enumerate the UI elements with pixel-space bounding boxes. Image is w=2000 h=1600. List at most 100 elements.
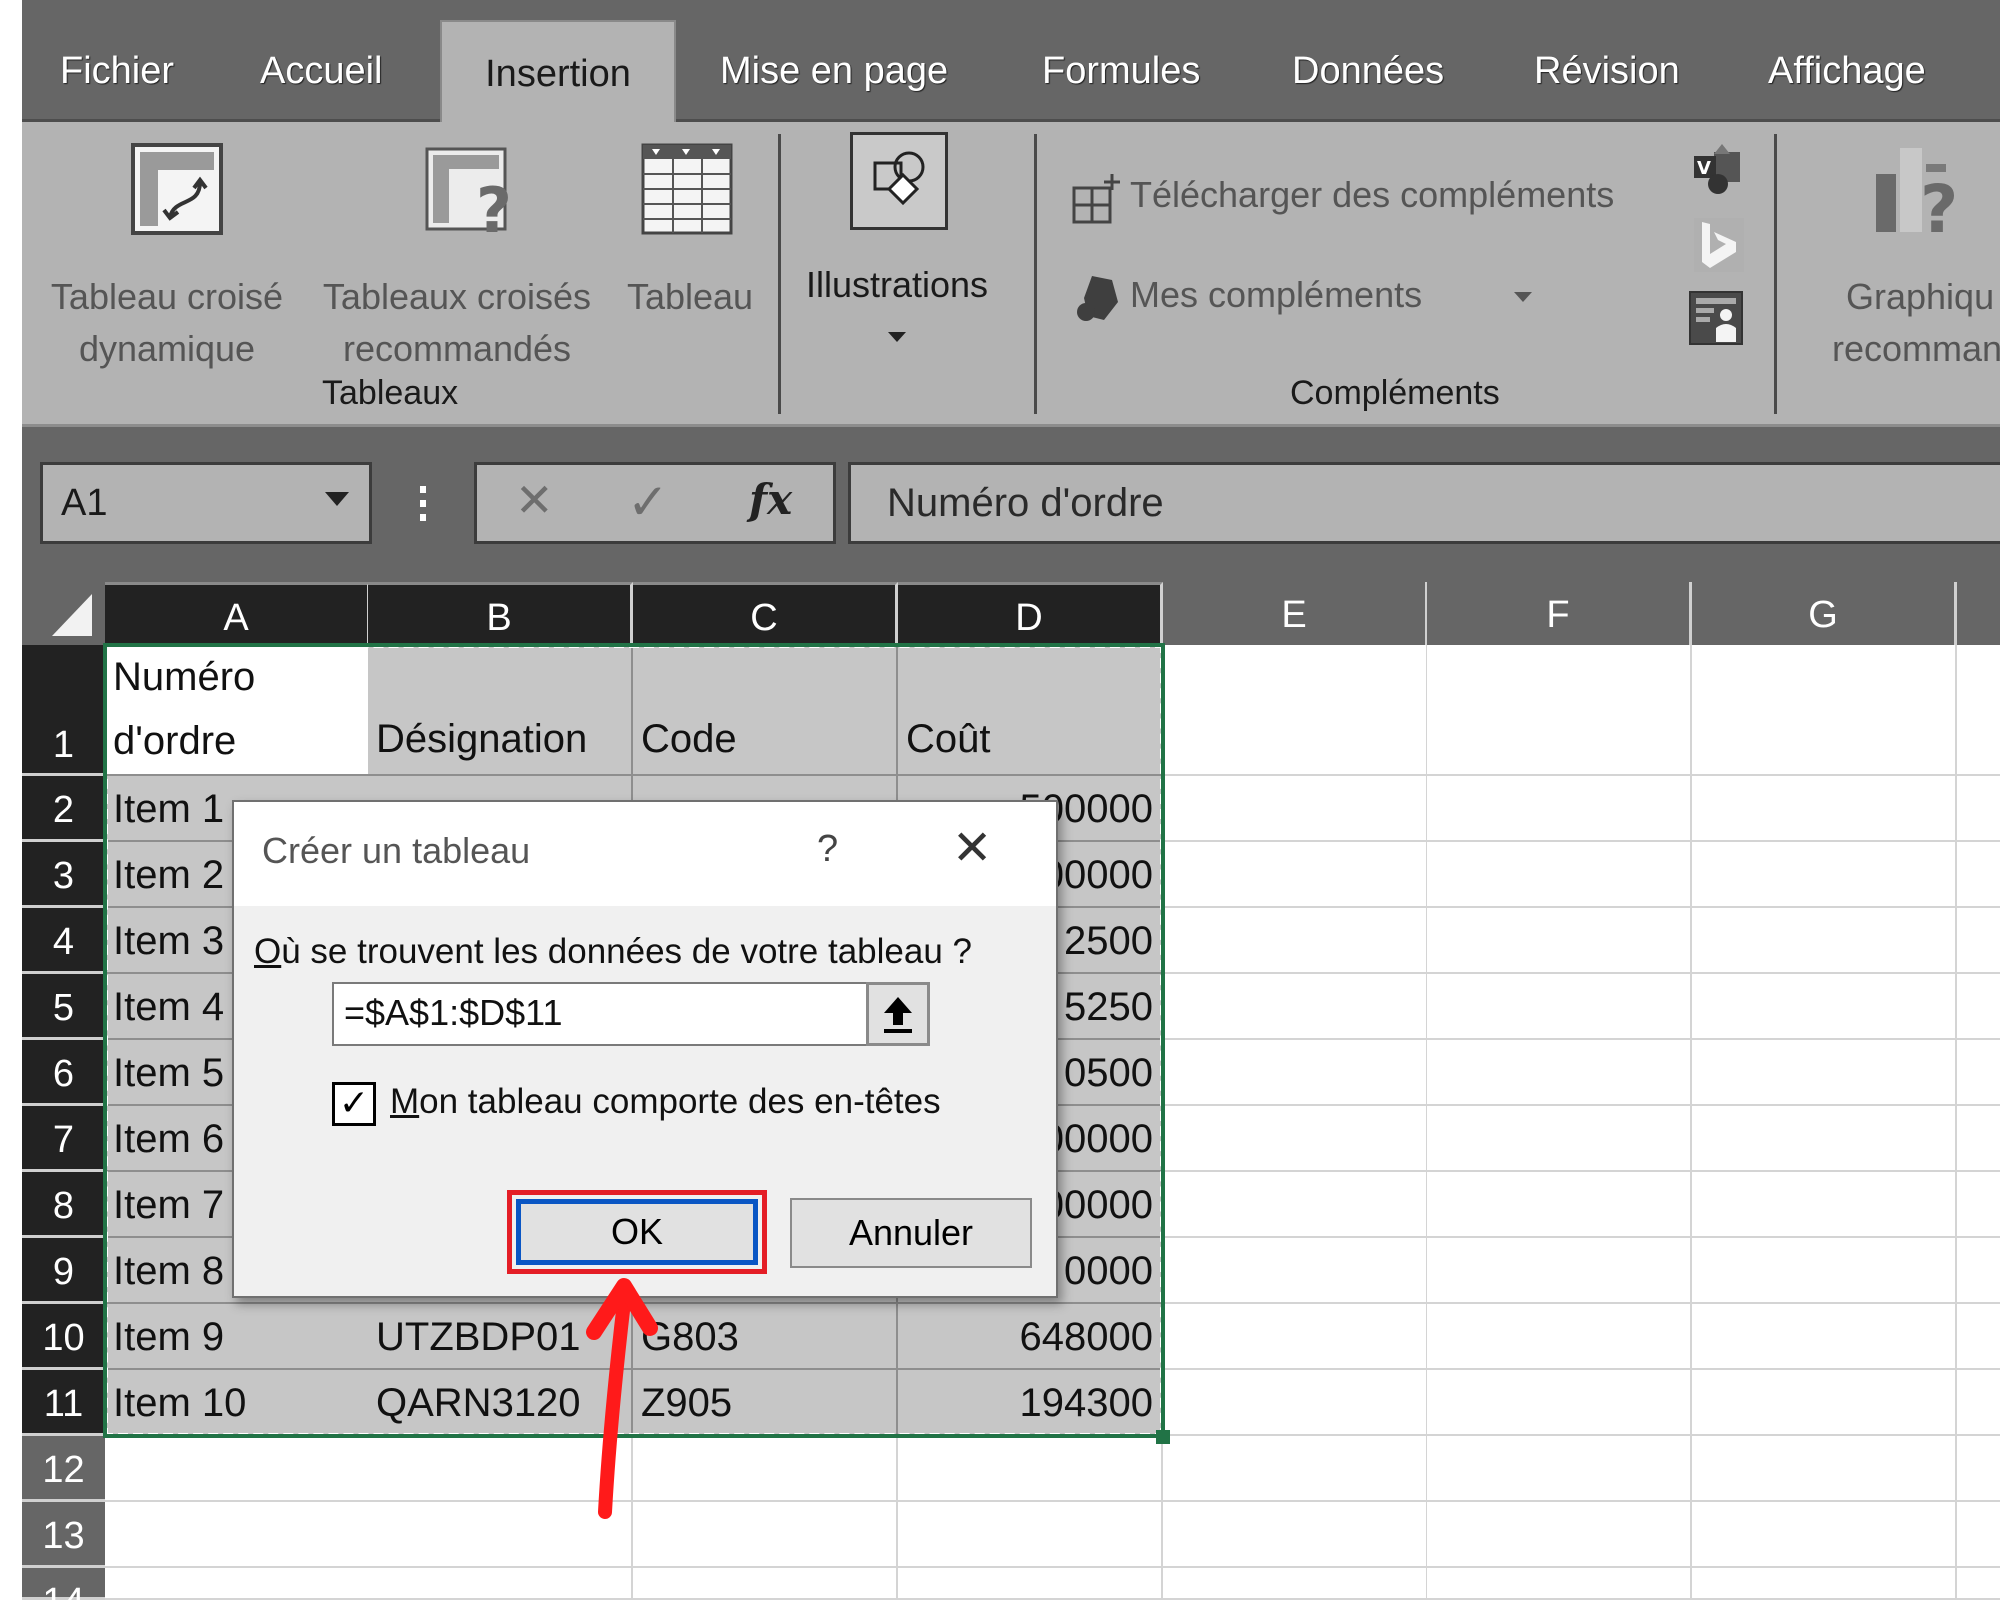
row-header-14[interactable]: 14 <box>22 1568 105 1600</box>
cell-e3[interactable] <box>1163 842 1428 908</box>
cell-g9[interactable] <box>1692 1238 1957 1304</box>
cell-e5[interactable] <box>1163 974 1428 1040</box>
cell-e11[interactable] <box>1163 1370 1428 1436</box>
cell-f9[interactable] <box>1427 1238 1692 1304</box>
column-header-b[interactable]: B <box>368 582 633 645</box>
cell-d14[interactable] <box>898 1568 1163 1600</box>
row-header-13[interactable]: 13 <box>22 1502 105 1568</box>
tab-insertion[interactable]: Insertion <box>440 20 676 124</box>
column-header-g[interactable]: G <box>1692 582 1957 645</box>
pivot-table-button[interactable]: Tableau croisé dynamique <box>42 142 292 372</box>
cell-f7[interactable] <box>1427 1106 1692 1172</box>
cell-a11[interactable]: Item 10 <box>105 1370 370 1436</box>
column-header-c[interactable]: C <box>633 582 898 645</box>
cancel-entry-icon[interactable]: ✕ <box>515 473 554 527</box>
tab-donnees[interactable]: Données <box>1292 36 1444 106</box>
cell-h4[interactable] <box>1957 908 2000 974</box>
cell-e6[interactable] <box>1163 1040 1428 1106</box>
cell-f8[interactable] <box>1427 1172 1692 1238</box>
cell-h11[interactable] <box>1957 1370 2000 1436</box>
cell-e7[interactable] <box>1163 1106 1428 1172</box>
tab-formules[interactable]: Formules <box>1042 36 1200 106</box>
column-header-f[interactable]: F <box>1427 582 1692 645</box>
cell-c13[interactable] <box>633 1502 898 1568</box>
cell-b11[interactable]: QARN3120 <box>368 1370 633 1436</box>
cell-e13[interactable] <box>1163 1502 1428 1568</box>
has-headers-checkbox[interactable]: ✓ <box>332 1082 376 1126</box>
fill-handle[interactable] <box>1156 1430 1170 1444</box>
cell-h10[interactable] <box>1957 1304 2000 1370</box>
confirm-entry-icon[interactable]: ✓ <box>627 473 669 531</box>
row-header-4[interactable]: 4 <box>22 908 105 974</box>
cell-h8[interactable] <box>1957 1172 2000 1238</box>
cell-c12[interactable] <box>633 1436 898 1502</box>
cell-g12[interactable] <box>1692 1436 1957 1502</box>
cell-b10[interactable]: UTZBDP01 <box>368 1304 633 1370</box>
cell-g10[interactable] <box>1692 1304 1957 1370</box>
cell-f14[interactable] <box>1427 1568 1692 1600</box>
cell-b13[interactable] <box>368 1502 633 1568</box>
cell-e4[interactable] <box>1163 908 1428 974</box>
row-header-5[interactable]: 5 <box>22 974 105 1040</box>
row-header-3[interactable]: 3 <box>22 842 105 908</box>
row-header-11[interactable]: 11 <box>22 1370 105 1436</box>
cell-e2[interactable] <box>1163 776 1428 842</box>
cell-e8[interactable] <box>1163 1172 1428 1238</box>
cell-g3[interactable] <box>1692 842 1957 908</box>
visio-icon[interactable]: V <box>1692 144 1744 198</box>
cell-a10[interactable]: Item 9 <box>105 1304 370 1370</box>
recommended-charts-button[interactable]: ? Graphiqu recomman <box>1792 142 2000 382</box>
cell-g4[interactable] <box>1692 908 1957 974</box>
ok-button[interactable]: OK <box>516 1199 758 1265</box>
cell-h12[interactable] <box>1957 1436 2000 1502</box>
row-header-12[interactable]: 12 <box>22 1436 105 1502</box>
cell-f10[interactable] <box>1427 1304 1692 1370</box>
column-header-e[interactable]: E <box>1163 582 1428 645</box>
cell-a12[interactable] <box>105 1436 370 1502</box>
row-header-2[interactable]: 2 <box>22 776 105 842</box>
row-header-10[interactable]: 10 <box>22 1304 105 1370</box>
cell-h14[interactable] <box>1957 1568 2000 1600</box>
column-header-d[interactable]: D <box>898 582 1163 645</box>
row-header-6[interactable]: 6 <box>22 1040 105 1106</box>
cell-g6[interactable] <box>1692 1040 1957 1106</box>
cell-h2[interactable] <box>1957 776 2000 842</box>
cell-b12[interactable] <box>368 1436 633 1502</box>
people-graph-icon[interactable] <box>1688 290 1744 346</box>
cell-e14[interactable] <box>1163 1568 1428 1600</box>
tab-fichier[interactable]: Fichier <box>60 36 174 106</box>
tab-affichage[interactable]: Affichage <box>1768 36 1926 106</box>
row-header-7[interactable]: 7 <box>22 1106 105 1172</box>
get-addins-button[interactable]: Télécharger des compléments <box>1072 166 1682 226</box>
recommended-pivot-button[interactable]: ? Tableaux croisés recommandés <box>312 142 602 372</box>
bing-maps-icon[interactable] <box>1694 218 1744 272</box>
cell-d1[interactable]: Coût <box>898 645 1163 776</box>
has-headers-label[interactable]: Mon tableau comporte des en-têtes <box>390 1082 941 1122</box>
row-header-1[interactable]: 1 <box>22 645 105 776</box>
cell-e1[interactable] <box>1163 645 1428 776</box>
cell-h9[interactable] <box>1957 1238 2000 1304</box>
cell-g2[interactable] <box>1692 776 1957 842</box>
cell-c10[interactable]: G803 <box>633 1304 898 1370</box>
column-header-a[interactable]: A <box>105 582 370 645</box>
cell-h5[interactable] <box>1957 974 2000 1040</box>
cell-h7[interactable] <box>1957 1106 2000 1172</box>
close-button[interactable]: ✕ <box>952 820 992 876</box>
name-box[interactable]: A1 <box>40 462 372 544</box>
cell-c1[interactable]: Code <box>633 645 898 776</box>
cell-g1[interactable] <box>1692 645 1957 776</box>
cell-h1[interactable] <box>1957 645 2000 776</box>
insert-function-icon[interactable]: fx <box>749 475 792 524</box>
cell-g5[interactable] <box>1692 974 1957 1040</box>
cell-f5[interactable] <box>1427 974 1692 1040</box>
formula-bar-grip-icon[interactable] <box>418 484 428 524</box>
tab-revision[interactable]: Révision <box>1534 36 1680 106</box>
cell-f6[interactable] <box>1427 1040 1692 1106</box>
cell-h3[interactable] <box>1957 842 2000 908</box>
cell-d11[interactable]: 194300 <box>898 1370 1163 1436</box>
cell-c14[interactable] <box>633 1568 898 1600</box>
cell-a14[interactable] <box>105 1568 370 1600</box>
cell-g14[interactable] <box>1692 1568 1957 1600</box>
cell-g11[interactable] <box>1692 1370 1957 1436</box>
table-range-input[interactable]: =$A$1:$D$11 <box>332 982 868 1046</box>
